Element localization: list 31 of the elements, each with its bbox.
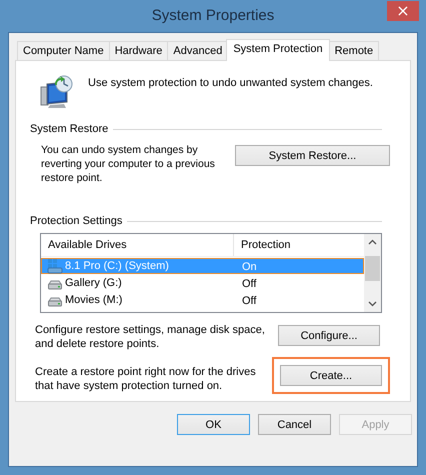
window-title: System Properties bbox=[152, 6, 274, 24]
description-text: Configure restore settings, manage disk space, and delete restore points. bbox=[35, 323, 266, 351]
close-button[interactable]: × bbox=[387, 1, 419, 21]
column-header[interactable]: Available Drives bbox=[41, 234, 234, 256]
tab[interactable]: Remote bbox=[328, 41, 380, 60]
tab[interactable]: System Protection bbox=[226, 39, 330, 61]
table-cell: Off bbox=[242, 295, 256, 307]
column-header[interactable]: Protection bbox=[234, 234, 291, 256]
group-heading: System Restore bbox=[30, 123, 108, 135]
tab[interactable]: Computer Name bbox=[17, 41, 110, 60]
group-heading: Protection Settings bbox=[30, 215, 122, 227]
description-text: Use system protection to undo unwanted system changes. bbox=[88, 77, 373, 89]
scroll-down-icon[interactable] bbox=[368, 301, 377, 307]
drive-row[interactable]: Gallery (G:) Off bbox=[41, 275, 364, 291]
drive-row[interactable]: Movies (M:) Off bbox=[41, 292, 364, 308]
computer-icon bbox=[40, 75, 74, 109]
system-drive-icon bbox=[47, 258, 63, 274]
description-text: You can undo system changes by reverting your computer to a previous restore point. bbox=[40, 143, 216, 185]
scrollbar[interactable] bbox=[364, 234, 381, 312]
dialog-button[interactable]: Cancel bbox=[258, 414, 331, 435]
dialog-button[interactable]: OK bbox=[177, 414, 250, 435]
action-button[interactable]: Configure... bbox=[278, 325, 380, 346]
action-button[interactable]: System Restore... bbox=[235, 145, 390, 166]
scroll-up-icon[interactable] bbox=[368, 239, 377, 245]
table-cell-text: Movies (M:) bbox=[65, 293, 122, 308]
action-button[interactable]: Create... bbox=[280, 365, 382, 386]
description-text: Create a restore point right now for the drives that have system protection turned on. bbox=[35, 365, 257, 393]
table-cell: On bbox=[242, 261, 257, 273]
table-cell-text: 8.1 Pro (C:) (System) bbox=[65, 259, 169, 274]
table-cell-text: Gallery (G:) bbox=[65, 276, 122, 291]
table-cell: Off bbox=[242, 278, 256, 290]
